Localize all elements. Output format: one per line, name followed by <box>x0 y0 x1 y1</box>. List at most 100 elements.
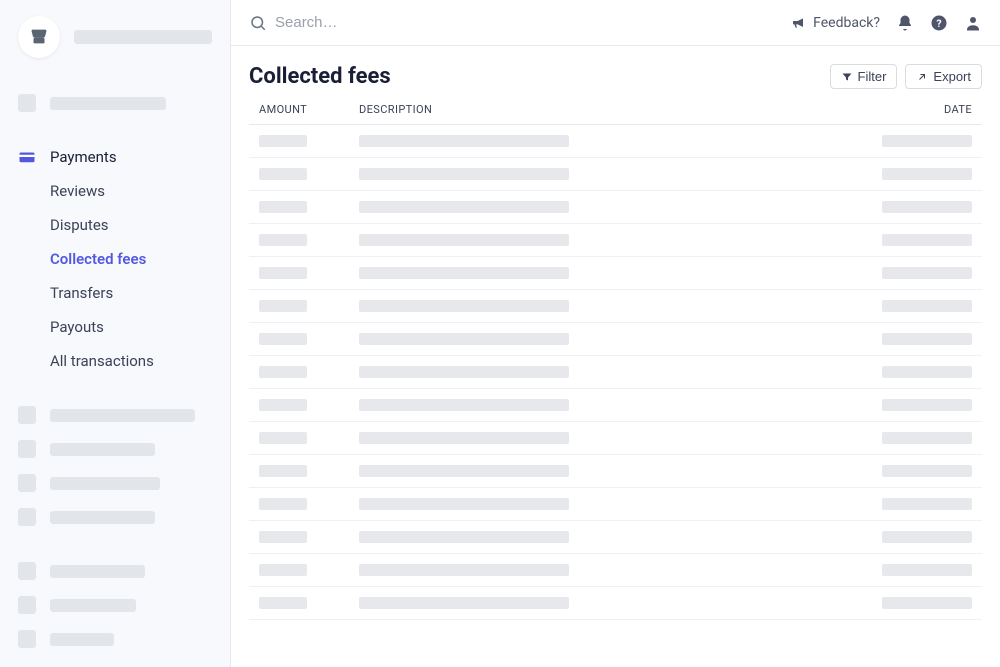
cell-description <box>359 333 862 345</box>
cell-amount <box>259 597 359 609</box>
amount-placeholder <box>259 366 307 378</box>
table-row[interactable] <box>249 125 982 158</box>
help-button[interactable]: ? <box>930 14 948 32</box>
description-placeholder <box>359 168 569 180</box>
column-header-amount[interactable]: AMOUNT <box>259 103 359 116</box>
cell-date <box>862 300 972 312</box>
cell-date <box>862 333 972 345</box>
sidebar-item-placeholder[interactable] <box>0 622 230 656</box>
column-header-description[interactable]: DESCRIPTION <box>359 103 862 116</box>
sidebar-subitem-disputes[interactable]: Disputes <box>0 208 230 242</box>
card-icon <box>18 148 36 166</box>
table-row[interactable] <box>249 224 982 257</box>
cell-date <box>862 564 972 576</box>
amount-placeholder <box>259 564 307 576</box>
feedback-link[interactable]: Feedback? <box>791 15 880 31</box>
amount-placeholder <box>259 465 307 477</box>
cell-date <box>862 135 972 147</box>
cell-description <box>359 399 862 411</box>
table-row[interactable] <box>249 422 982 455</box>
table-body <box>249 125 982 620</box>
amount-placeholder <box>259 234 307 246</box>
nav-label-placeholder <box>50 511 155 524</box>
content: Collected fees Filter Export AMOUN <box>231 46 1000 667</box>
nav-label-placeholder <box>50 97 166 110</box>
nav-label-placeholder <box>50 477 160 490</box>
table-row[interactable] <box>249 488 982 521</box>
cell-amount <box>259 267 359 279</box>
user-icon <box>964 14 982 32</box>
cell-description <box>359 465 862 477</box>
cell-amount <box>259 234 359 246</box>
sidebar-item-placeholder[interactable] <box>0 398 230 432</box>
sidebar-subitem-all-transactions[interactable]: All transactions <box>0 344 230 378</box>
description-placeholder <box>359 498 569 510</box>
amount-placeholder <box>259 300 307 312</box>
nav-label-placeholder <box>50 443 155 456</box>
sidebar-item-placeholder[interactable] <box>0 554 230 588</box>
table-row[interactable] <box>249 290 982 323</box>
table-row[interactable] <box>249 323 982 356</box>
nav-icon-placeholder <box>18 630 36 648</box>
cell-date <box>862 531 972 543</box>
nav-label-placeholder <box>50 565 145 578</box>
export-label: Export <box>933 69 971 84</box>
main-panel: Feedback? ? Collected fees <box>231 0 1000 667</box>
sidebar-item-payments[interactable]: Payments <box>0 140 230 174</box>
table-row[interactable] <box>249 554 982 587</box>
date-placeholder <box>882 333 972 345</box>
cell-date <box>862 267 972 279</box>
description-placeholder <box>359 597 569 609</box>
sidebar-item-placeholder[interactable] <box>0 466 230 500</box>
table-row[interactable] <box>249 158 982 191</box>
account-button[interactable] <box>964 14 982 32</box>
cell-date <box>862 498 972 510</box>
description-placeholder <box>359 135 569 147</box>
sidebar-subitem-transfers[interactable]: Transfers <box>0 276 230 310</box>
brand-logo[interactable] <box>18 16 60 58</box>
cell-description <box>359 201 862 213</box>
filter-button[interactable]: Filter <box>830 64 898 89</box>
amount-placeholder <box>259 597 307 609</box>
date-placeholder <box>882 465 972 477</box>
search-input[interactable] <box>275 14 791 31</box>
sidebar-item-placeholder[interactable] <box>0 588 230 622</box>
nav-icon-placeholder <box>18 562 36 580</box>
nav-group: PaymentsReviewsDisputesCollected feesTra… <box>0 130 230 388</box>
nav-icon-placeholder <box>18 440 36 458</box>
cell-date <box>862 399 972 411</box>
cell-amount <box>259 333 359 345</box>
sidebar-item-placeholder[interactable] <box>0 500 230 534</box>
amount-placeholder <box>259 498 307 510</box>
table-row[interactable] <box>249 455 982 488</box>
nav-icon-placeholder <box>18 406 36 424</box>
description-placeholder <box>359 531 569 543</box>
description-placeholder <box>359 366 569 378</box>
cell-description <box>359 135 862 147</box>
table-row[interactable] <box>249 191 982 224</box>
table-row[interactable] <box>249 521 982 554</box>
cell-amount <box>259 531 359 543</box>
cell-date <box>862 201 972 213</box>
sidebar-subitem-payouts[interactable]: Payouts <box>0 310 230 344</box>
table-row[interactable] <box>249 389 982 422</box>
cell-amount <box>259 168 359 180</box>
table-row[interactable] <box>249 257 982 290</box>
sidebar-subitem-reviews[interactable]: Reviews <box>0 174 230 208</box>
column-header-date[interactable]: DATE <box>862 103 972 116</box>
table-row[interactable] <box>249 356 982 389</box>
description-placeholder <box>359 564 569 576</box>
sidebar-item-placeholder[interactable] <box>0 432 230 466</box>
export-button[interactable]: Export <box>905 64 982 89</box>
page-header: Collected fees Filter Export <box>249 64 982 89</box>
table-row[interactable] <box>249 587 982 620</box>
cell-amount <box>259 135 359 147</box>
notifications-button[interactable] <box>896 14 914 32</box>
help-icon: ? <box>930 14 948 32</box>
filter-label: Filter <box>858 69 887 84</box>
sidebar-subitem-collected-fees[interactable]: Collected fees <box>0 242 230 276</box>
cell-description <box>359 432 862 444</box>
sidebar-item-placeholder[interactable] <box>0 86 230 120</box>
feedback-label: Feedback? <box>813 15 880 31</box>
page-actions: Filter Export <box>830 64 982 89</box>
